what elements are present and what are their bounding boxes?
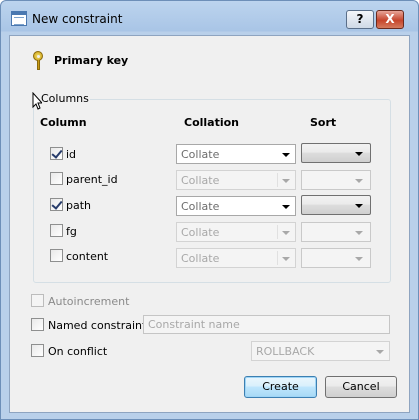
- on-conflict-value: ROLLBACK: [256, 345, 315, 358]
- window-title: New constraint: [32, 12, 123, 26]
- collation-select-parent-id[interactable]: Collate: [176, 170, 296, 190]
- chevron-down-icon: [282, 231, 290, 235]
- autoincrement-checkbox[interactable]: [31, 294, 44, 307]
- sort-select-fg[interactable]: [301, 222, 371, 242]
- column-label-fg: fg: [66, 225, 77, 238]
- constraint-name-input[interactable]: [143, 315, 390, 334]
- collation-select-fg[interactable]: Collate: [176, 222, 296, 242]
- column-label-parent-id: parent_id: [66, 173, 118, 186]
- sort-select-id[interactable]: [301, 143, 371, 163]
- header-sort: Sort: [310, 116, 337, 129]
- column-checkbox-fg[interactable]: [50, 224, 63, 237]
- column-label-id: id: [66, 148, 77, 161]
- column-checkbox-parent-id[interactable]: [50, 172, 63, 185]
- column-label-content: content: [66, 250, 109, 263]
- dialog-window: New constraint ? X Primary key Columns C…: [0, 0, 419, 420]
- collation-select-path[interactable]: Collate: [176, 196, 296, 216]
- chevron-down-icon: [376, 350, 384, 354]
- header-collation: Collation: [184, 116, 240, 129]
- on-conflict-label: On conflict: [48, 345, 108, 358]
- collation-select-content[interactable]: Collate: [176, 248, 296, 268]
- on-conflict-checkbox[interactable]: [31, 344, 44, 357]
- constraint-name-field[interactable]: [144, 316, 389, 333]
- column-checkbox-content[interactable]: [50, 249, 63, 262]
- chevron-down-icon: [355, 152, 363, 156]
- chevron-down-icon: [355, 231, 363, 235]
- sort-select-parent-id[interactable]: [301, 170, 371, 190]
- chevron-down-icon: [282, 257, 290, 261]
- window-icon: [11, 11, 27, 26]
- primary-key-label: Primary key: [54, 54, 129, 67]
- autoincrement-label: Autoincrement: [48, 295, 130, 308]
- header-column: Column: [40, 116, 87, 129]
- chevron-down-icon: [282, 205, 290, 209]
- column-checkbox-path[interactable]: [50, 198, 63, 211]
- chevron-down-icon: [282, 153, 290, 157]
- chevron-down-icon: [355, 179, 363, 183]
- collation-value: Collate: [181, 200, 220, 213]
- close-button[interactable]: X: [376, 10, 404, 29]
- sort-select-path[interactable]: [301, 195, 371, 215]
- cancel-button[interactable]: Cancel: [325, 376, 397, 398]
- collation-value: Collate: [181, 148, 220, 161]
- column-checkbox-id[interactable]: [50, 147, 63, 160]
- named-constraint-label: Named constraint: [48, 319, 147, 332]
- chevron-down-icon: [355, 257, 363, 261]
- collation-select-id[interactable]: Collate: [176, 144, 296, 164]
- column-label-path: path: [66, 199, 92, 212]
- sort-select-content[interactable]: [301, 248, 371, 268]
- collation-value: Collate: [181, 226, 220, 239]
- named-constraint-checkbox[interactable]: [31, 318, 44, 331]
- chevron-down-icon: [282, 179, 290, 183]
- create-button[interactable]: Create: [244, 376, 317, 398]
- mouse-cursor-icon: [32, 92, 42, 110]
- collation-value: Collate: [181, 174, 220, 187]
- help-button[interactable]: ?: [346, 10, 374, 29]
- columns-group-label: Columns: [40, 92, 90, 105]
- dialog-body: Primary key Columns Column Collation Sor…: [9, 35, 410, 413]
- key-icon: [32, 51, 44, 71]
- collation-value: Collate: [181, 252, 220, 265]
- chevron-down-icon: [355, 204, 363, 208]
- title-bar[interactable]: New constraint ? X: [1, 1, 418, 34]
- on-conflict-select[interactable]: ROLLBACK: [251, 341, 390, 361]
